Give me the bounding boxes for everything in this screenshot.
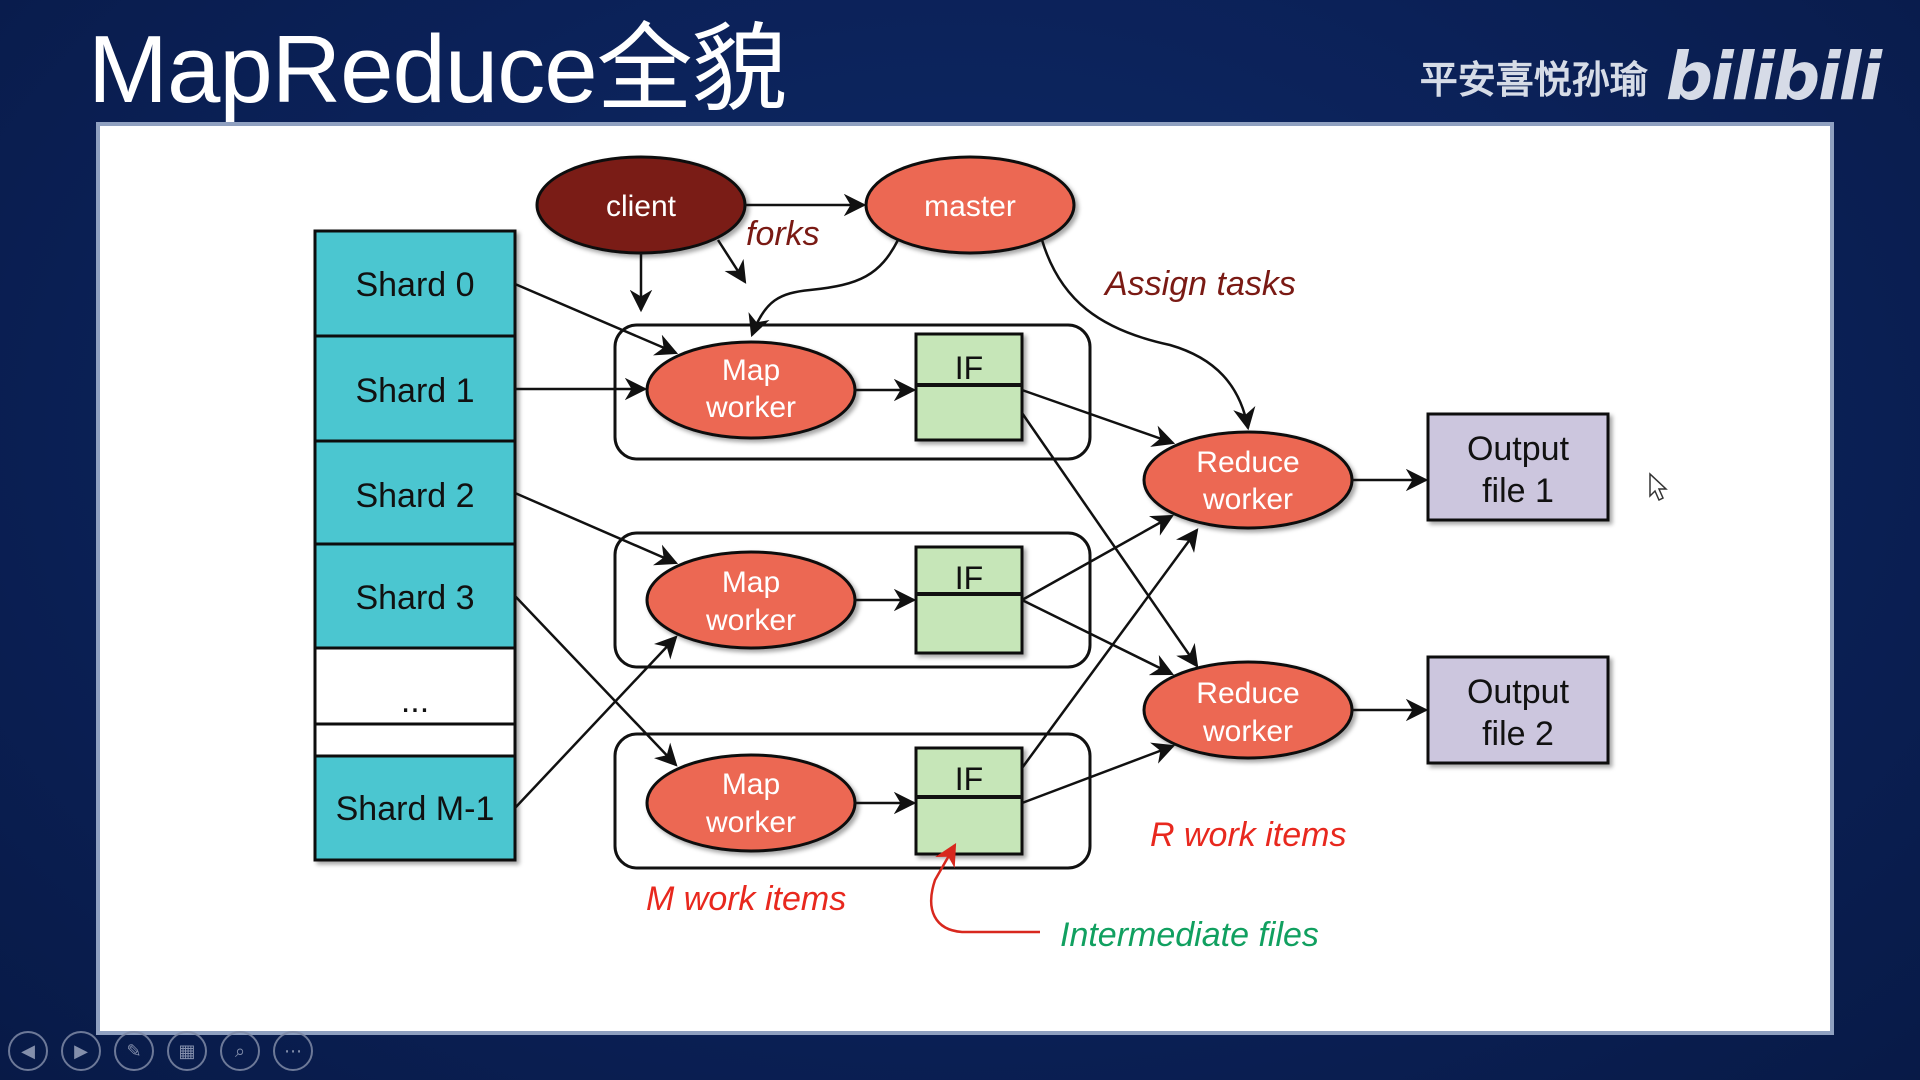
output-file-label: file 2 — [1482, 715, 1554, 753]
arrow-client-fork — [716, 239, 747, 284]
arrow-if-reduce — [1021, 742, 1176, 805]
shard-label: ... — [401, 682, 429, 720]
map-worker-label: worker — [705, 604, 796, 637]
pen-icon[interactable]: ✎ — [114, 1031, 154, 1071]
if-label: IF — [955, 560, 983, 596]
map-worker-label: worker — [705, 806, 796, 839]
reduce-worker-label: Reduce — [1196, 677, 1299, 710]
arrow-if-reduce — [1021, 514, 1174, 602]
arrow-shard-map — [514, 282, 679, 356]
arrow-shard-map — [514, 491, 679, 566]
intermediate-files-pointer — [930, 843, 1040, 934]
map-worker-label: Map — [722, 566, 780, 599]
if-label: IF — [955, 350, 983, 386]
reduce-worker-label: worker — [1202, 483, 1293, 516]
shard-column — [313, 229, 517, 862]
client-label: client — [606, 190, 677, 223]
reduce-worker-label: worker — [1202, 715, 1293, 748]
shard-label: Shard 3 — [355, 579, 474, 617]
arrow-if-reduce — [1021, 388, 1176, 447]
map-worker-label: worker — [705, 391, 796, 424]
next-icon[interactable]: ▶ — [61, 1031, 101, 1071]
intermediate-files-label: Intermediate files — [1060, 916, 1319, 954]
more-icon[interactable]: ⋯ — [273, 1031, 313, 1071]
slides-icon[interactable]: ▦ — [167, 1031, 207, 1071]
assign-tasks-label: Assign tasks — [1103, 265, 1296, 303]
reduce-worker-label: Reduce — [1196, 446, 1299, 479]
arrow-master-map — [748, 239, 900, 338]
arrow-if-reduce — [1021, 598, 1175, 676]
output-file-label: Output — [1467, 673, 1570, 711]
master-label: master — [924, 190, 1016, 223]
m-work-items-label: M work items — [646, 880, 846, 918]
arrow-shard-map — [514, 595, 678, 767]
shard-label: Shard 0 — [355, 266, 474, 304]
forks-label: forks — [746, 215, 820, 253]
arrow-shard-map — [514, 635, 678, 809]
if-label: IF — [955, 761, 983, 797]
shard-label: Shard 2 — [355, 477, 474, 515]
map-worker-label: Map — [722, 768, 780, 801]
map-worker-label: Map — [722, 354, 780, 387]
mouse-cursor-icon — [1649, 472, 1668, 502]
slideshow-nav-bar: ◀ ▶ ✎ ▦ ⌕ ⋯ — [8, 1031, 313, 1071]
zoom-icon[interactable]: ⌕ — [220, 1031, 260, 1071]
shard-label: Shard M-1 — [336, 790, 495, 828]
shard-box — [313, 722, 517, 758]
shard-label: Shard 1 — [355, 372, 474, 410]
output-file-label: file 1 — [1482, 472, 1554, 510]
mapreduce-diagram: Shard 0 Shard 1 Shard 2 Shard 3 ... Shar… — [313, 155, 1610, 954]
output-file-label: Output — [1467, 430, 1570, 468]
r-work-items-label: R work items — [1150, 816, 1346, 854]
prev-icon[interactable]: ◀ — [8, 1031, 48, 1071]
